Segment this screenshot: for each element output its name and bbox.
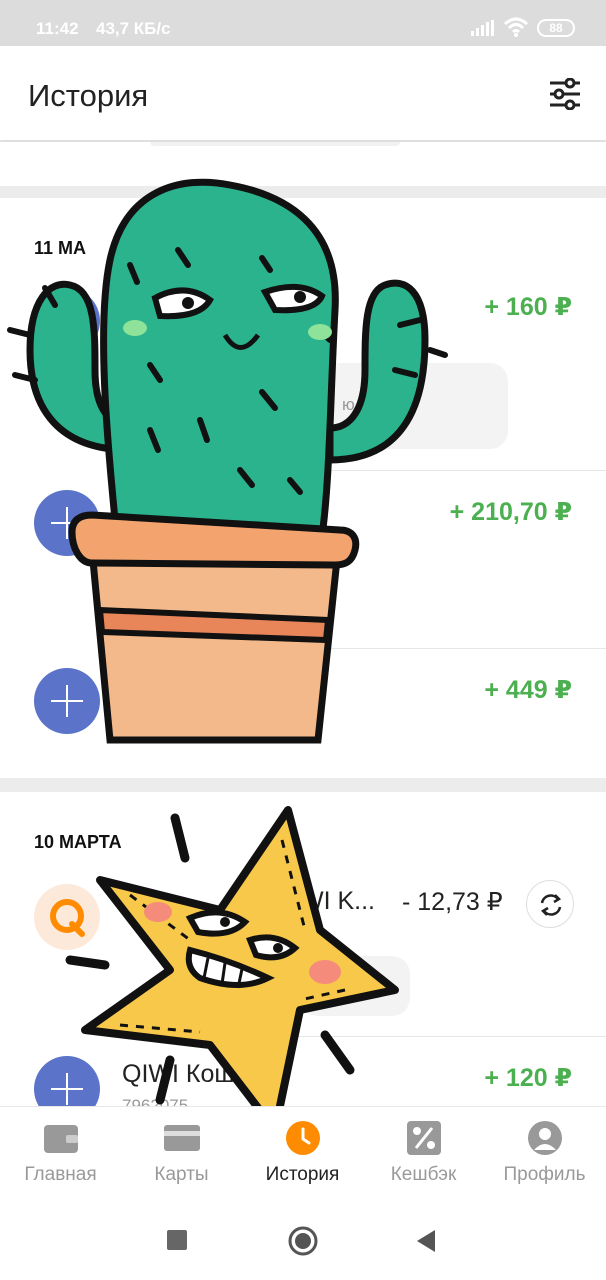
transaction-amount: + 449 ₽ <box>484 676 572 704</box>
signal-icon <box>471 20 494 36</box>
profile-icon <box>528 1121 562 1155</box>
recents-button[interactable] <box>167 1230 187 1250</box>
tab-cashback[interactable]: Кешбэк <box>363 1107 484 1201</box>
transaction-amount: - 12,73 ₽ <box>402 888 503 916</box>
tab-cards[interactable]: Карты <box>121 1107 242 1201</box>
card-icon <box>164 1125 200 1151</box>
clock-icon <box>286 1121 320 1155</box>
transaction-amount: + 120 ₽ <box>484 1064 572 1092</box>
tab-label: Главная <box>24 1164 97 1185</box>
percent-icon <box>407 1121 441 1155</box>
tab-label: История <box>265 1164 340 1185</box>
status-bar: 11:42 43,7 КБ/с 88 <box>0 0 606 46</box>
tab-label: Кешбэк <box>390 1164 457 1185</box>
tab-history[interactable]: История <box>242 1107 363 1201</box>
cactus-sticker <box>7 178 448 744</box>
tab-home[interactable]: Главная <box>0 1107 121 1201</box>
wifi-icon <box>503 17 529 37</box>
tab-label: Карты <box>154 1164 209 1185</box>
tab-profile[interactable]: Профиль <box>484 1107 605 1201</box>
bottom-tab-bar: Главная Карты История Кешбэк Профиль <box>0 1106 606 1200</box>
battery-icon: 88 <box>537 19 575 37</box>
wallet-icon <box>44 1125 78 1153</box>
app-bar: История <box>0 46 606 140</box>
transaction-amount: + 210,70 ₽ <box>449 498 572 526</box>
home-button[interactable] <box>288 1226 318 1256</box>
status-network-speed: 43,7 КБ/с <box>96 19 171 38</box>
status-time: 11:42 <box>36 19 79 38</box>
filter-sliders-icon[interactable] <box>548 78 582 110</box>
transaction-amount: + 160 ₽ <box>484 293 572 321</box>
page-title: История <box>28 78 149 113</box>
repeat-payment-button[interactable] <box>526 880 574 928</box>
repeat-icon <box>540 894 562 916</box>
back-button[interactable] <box>415 1228 437 1254</box>
system-nav-bar <box>0 1200 606 1280</box>
tab-label: Профиль <box>503 1164 586 1185</box>
star-sticker <box>65 806 399 1134</box>
